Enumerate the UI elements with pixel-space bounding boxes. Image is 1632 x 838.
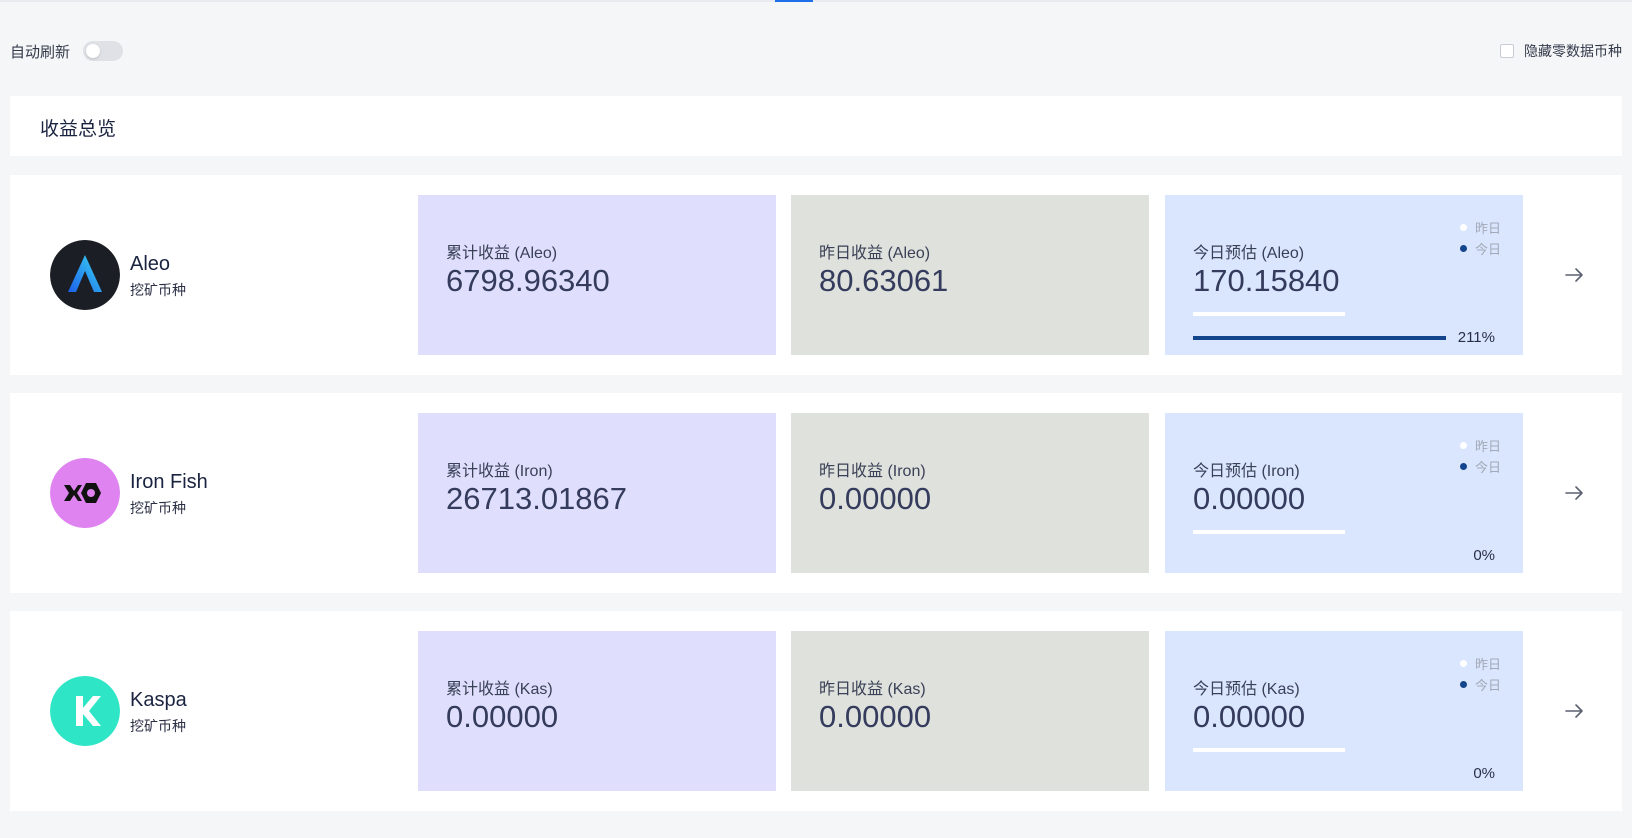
coin-subtitle: 挖矿币种 [130,718,186,734]
cumulative-label: 累计收益 (Kas) [446,681,553,698]
today-value: 0.00000 [1193,481,1306,516]
toggle-knob [86,44,101,58]
legend: 昨日 今日 [1459,653,1501,695]
legend-label: 昨日 [1474,439,1501,454]
yesterday-value: 0.00000 [819,481,932,516]
active-tab-indicator [775,0,813,2]
today-label: 今日预估 (Aleo) [1193,245,1305,262]
today-estimate-panel: 今日预估 (Kas) 0.00000 昨日 今日 0% [1165,631,1523,791]
auto-refresh-label: 自动刷新 [10,43,71,61]
yesterday-progress-bar [1193,530,1345,534]
yesterday-earnings-panel: 昨日收益 (Iron) 0.00000 [791,413,1149,573]
legend-label: 今日 [1474,242,1501,257]
today-value: 0.00000 [1193,699,1306,734]
percent-label: 211% [1457,329,1495,346]
legend-item-today: 今日 [1459,456,1501,477]
hide-zero-control[interactable]: 隐藏零数据币种 [1500,38,1622,64]
legend: 昨日 今日 [1459,217,1501,259]
yesterday-earnings-panel: 昨日收益 (Kas) 0.00000 [791,631,1149,791]
cumulative-label: 累计收益 (Iron) [446,463,553,480]
cumulative-earnings-panel: 累计收益 (Kas) 0.00000 [418,631,776,791]
legend-dot-icon [1459,442,1467,449]
coin-name: Iron Fish [130,471,208,493]
arrow-right-icon[interactable] [1561,698,1587,724]
yesterday-value: 0.00000 [819,699,932,734]
coin-subtitle: 挖矿币种 [130,500,186,516]
overview-title: 收益总览 [40,119,117,140]
today-value: 170.15840 [1193,263,1340,298]
auto-refresh-control: 自动刷新 [10,38,124,64]
aleo-logo-icon [50,240,120,310]
coin-name: Aleo [130,253,171,275]
today-estimate-panel: 今日预估 (Aleo) 170.15840 昨日 今日 211% [1165,195,1523,355]
yesterday-label: 昨日收益 (Iron) [819,463,926,480]
percent-label: 0% [1473,547,1495,564]
legend-dot-icon [1459,245,1467,252]
today-progress-bar [1193,336,1446,340]
today-label: 今日预估 (Iron) [1193,463,1300,480]
hide-zero-checkbox[interactable] [1500,44,1514,58]
cumulative-earnings-panel: 累计收益 (Iron) 26713.01867 [418,413,776,573]
today-label: 今日预估 (Kas) [1193,681,1300,698]
arrow-right-icon[interactable] [1561,480,1587,506]
legend-label: 今日 [1474,460,1501,475]
kaspa-logo-icon [50,676,120,746]
legend-label: 昨日 [1474,657,1501,672]
legend-dot-icon [1459,681,1467,688]
coin-subtitle: 挖矿币种 [130,282,186,298]
cumulative-value: 0.00000 [446,699,559,734]
cumulative-value: 26713.01867 [446,481,628,516]
legend-dot-icon [1459,224,1467,231]
overview-header: 收益总览 [10,96,1622,156]
cumulative-value: 6798.96340 [446,263,610,298]
cumulative-label: 累计收益 (Aleo) [446,245,558,262]
legend-item-today: 今日 [1459,674,1501,695]
coin-name: Kaspa [130,689,187,711]
legend: 昨日 今日 [1459,435,1501,477]
coin-card-kaspa: Kaspa 挖矿币种 累计收益 (Kas) 0.00000 昨日收益 (Kas)… [10,611,1622,811]
hide-zero-label[interactable]: 隐藏零数据币种 [1524,41,1622,61]
legend-item-yesterday: 昨日 [1459,217,1501,238]
cumulative-earnings-panel: 累计收益 (Aleo) 6798.96340 [418,195,776,355]
iron-fish-logo-icon [50,458,120,528]
coin-card-iron-fish: Iron Fish 挖矿币种 累计收益 (Iron) 26713.01867 昨… [10,393,1622,593]
yesterday-label: 昨日收益 (Kas) [819,681,926,698]
auto-refresh-toggle[interactable] [83,41,124,61]
legend-item-yesterday: 昨日 [1459,653,1501,674]
today-estimate-panel: 今日预估 (Iron) 0.00000 昨日 今日 0% [1165,413,1523,573]
coin-card-aleo: Aleo 挖矿币种 累计收益 (Aleo) 6798.96340 昨日收益 (A… [10,175,1622,375]
yesterday-progress-bar [1193,312,1345,316]
legend-label: 今日 [1474,678,1501,693]
legend-item-today: 今日 [1459,238,1501,259]
yesterday-label: 昨日收益 (Aleo) [819,245,931,262]
legend-dot-icon [1459,463,1467,470]
legend-item-yesterday: 昨日 [1459,435,1501,456]
legend-label: 昨日 [1474,221,1501,236]
legend-dot-icon [1459,660,1467,667]
top-tab-strip [0,0,1632,2]
toolbar: 自动刷新 隐藏零数据币种 [10,38,1622,64]
yesterday-value: 80.63061 [819,263,949,298]
percent-label: 0% [1473,765,1495,782]
yesterday-earnings-panel: 昨日收益 (Aleo) 80.63061 [791,195,1149,355]
arrow-right-icon[interactable] [1561,262,1587,288]
yesterday-progress-bar [1193,748,1345,752]
